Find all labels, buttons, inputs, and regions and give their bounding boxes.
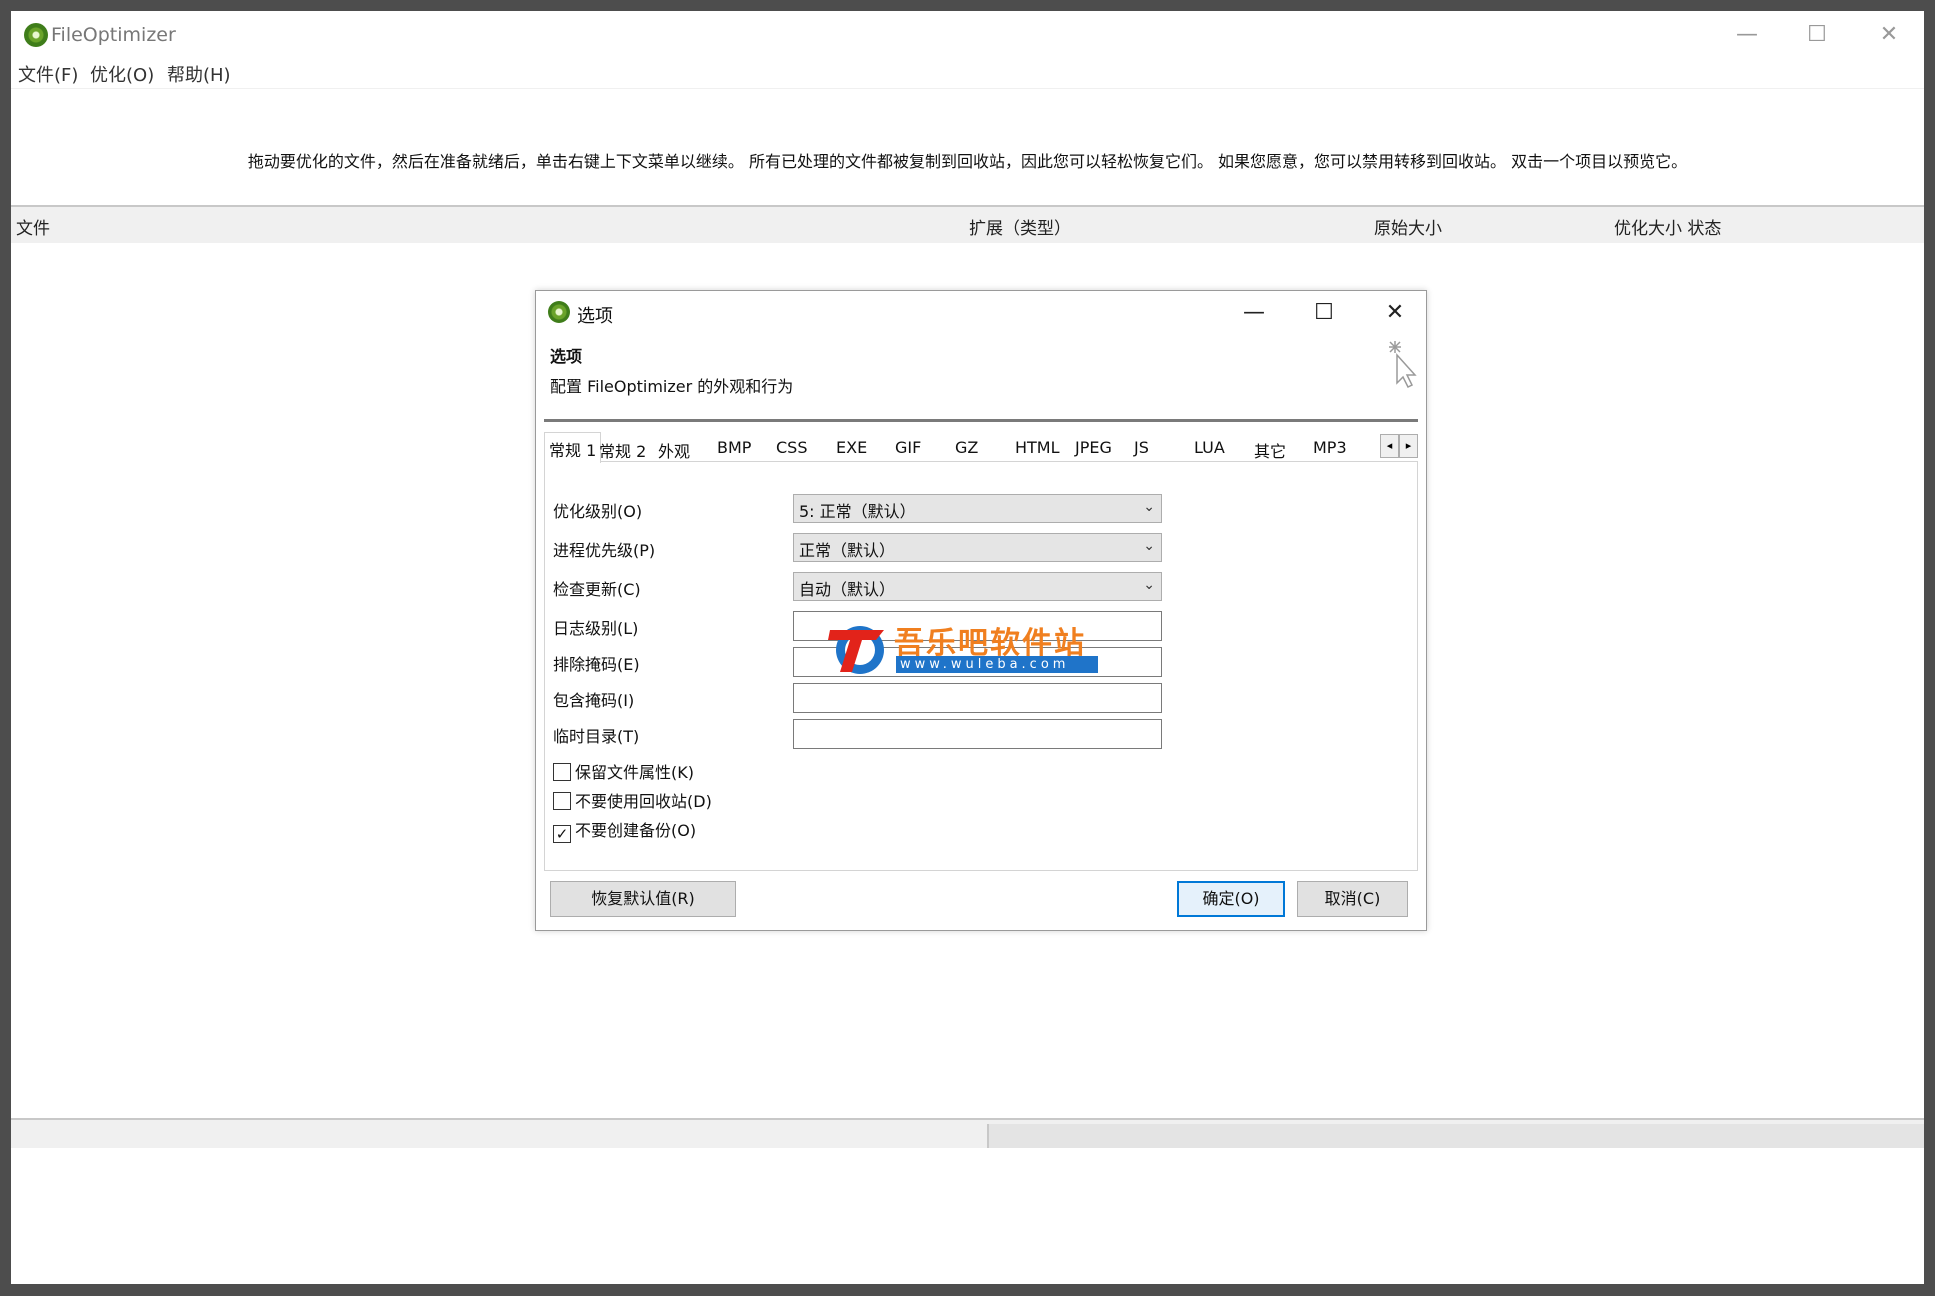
check-updates-label: 检查更新(C) [553,580,641,599]
include-mask-input[interactable] [793,683,1162,713]
checkmark-icon: ✓ [553,825,571,843]
chevron-down-icon: ⌄ [1143,499,1155,515]
tab-bar: 常规 1 常规 2 外观 BMP CSS EXE GIF GZ HTML JPE… [544,432,1418,463]
tab-css[interactable]: CSS [773,436,810,462]
dialog-title: 选项 [577,306,613,327]
menu-optimize[interactable]: 优化(O) [90,61,154,87]
process-priority-select[interactable]: 正常（默认） ⌄ [793,533,1162,562]
dialog-header-separator [544,419,1418,422]
tab-jpeg[interactable]: JPEG [1072,436,1115,462]
dialog-heading: 选项 [550,347,583,366]
no-recycle-bin-checkbox[interactable]: 不要使用回收站(D) [553,788,712,812]
temp-dir-label: 临时目录(T) [553,727,640,746]
dialog-app-icon [548,301,570,323]
no-backup-checkbox[interactable]: ✓ 不要创建备份(O) [553,817,696,843]
chevron-down-icon: ⌄ [1143,538,1155,554]
status-bar-panel [987,1124,1924,1148]
checkbox-box [553,792,571,810]
reset-defaults-button[interactable]: 恢复默认值(R) [550,881,736,917]
temp-dir-input[interactable] [793,719,1162,749]
instruction-text: 拖动要优化的文件，然后在准备就绪后，单击右键上下文菜单以继续。 所有已处理的文件… [247,152,1688,171]
tab-scroll-right-button[interactable]: ▸ [1399,434,1418,458]
column-header-original-size[interactable]: 原始大小 [1374,214,1442,239]
watermark-logo [828,626,884,674]
dialog-minimize-button[interactable]: — [1229,293,1279,333]
keep-attributes-label: 保留文件属性(K) [575,763,694,782]
watermark: 吾乐吧软件站 www.wuleba.com [826,618,1106,678]
tab-scroll-buttons: ◂ ▸ [1380,434,1418,458]
watermark-url: www.wuleba.com [896,656,1098,673]
column-header-file[interactable]: 文件 [16,214,50,239]
tab-exe[interactable]: EXE [833,436,870,462]
lower-area [11,1148,1924,1284]
tab-bmp[interactable]: BMP [714,436,754,462]
optimization-level-select[interactable]: 5: 正常（默认） ⌄ [793,494,1162,523]
tab-other[interactable]: 其它 [1251,436,1289,462]
tab-gz[interactable]: GZ [952,436,981,462]
maximize-button[interactable]: ☐ [1789,17,1845,53]
tab-general-2[interactable]: 常规 2 [596,436,649,462]
tab-js[interactable]: JS [1131,436,1152,462]
dialog-maximize-button[interactable]: ☐ [1299,293,1349,333]
options-dialog: 选项 — ☐ ✕ 选项 配置 FileOptimizer 的外观和行为 常规 1… [535,290,1427,931]
include-mask-label: 包含掩码(I) [553,691,635,710]
tab-scroll-left-button[interactable]: ◂ [1380,434,1399,458]
checkbox-box [553,763,571,781]
tab-lua[interactable]: LUA [1191,436,1228,462]
menu-file[interactable]: 文件(F) [18,61,78,87]
close-button[interactable]: ✕ [1861,17,1917,53]
optimization-level-label: 优化级别(O) [553,502,643,521]
app-title: FileOptimizer [51,24,176,46]
cancel-button[interactable]: 取消(C) [1297,881,1408,917]
file-list-header: 文件 扩展（类型） 原始大小 优化大小 状态 [11,205,1924,243]
minimize-button[interactable]: — [1719,17,1775,53]
tab-appearance[interactable]: 外观 [655,436,693,462]
check-updates-select[interactable]: 自动（默认） ⌄ [793,572,1162,601]
keep-attributes-checkbox[interactable]: 保留文件属性(K) [553,759,694,783]
column-header-optimized-size-status[interactable]: 优化大小 状态 [1614,214,1721,239]
tab-gif[interactable]: GIF [892,436,924,462]
optimization-level-value: 5: 正常（默认） [799,502,916,521]
exclude-mask-label: 排除掩码(E) [553,655,640,674]
status-bar [11,1118,1924,1148]
chevron-down-icon: ⌄ [1143,577,1155,593]
no-backup-label: 不要创建备份(O) [575,821,697,840]
ok-button[interactable]: 确定(O) [1177,881,1285,917]
dialog-close-button[interactable]: ✕ [1370,293,1420,333]
tab-mp3[interactable]: MP3 [1310,436,1350,462]
app-icon [24,23,48,47]
menu-help[interactable]: 帮助(H) [167,61,231,87]
tab-html[interactable]: HTML [1012,436,1063,462]
no-recycle-bin-label: 不要使用回收站(D) [575,792,712,811]
dialog-subtitle: 配置 FileOptimizer 的外观和行为 [550,377,794,396]
main-titlebar: FileOptimizer — ☐ ✕ [11,11,1924,59]
tab-general-1[interactable]: 常规 1 [544,432,602,463]
check-updates-value: 自动（默认） [799,580,896,599]
cursor-sparkle-icon [1389,341,1417,389]
process-priority-value: 正常（默认） [799,541,896,560]
process-priority-label: 进程优先级(P) [553,541,656,560]
log-level-label: 日志级别(L) [553,619,639,638]
column-header-extension[interactable]: 扩展（类型） [969,214,1071,239]
menu-bar: 文件(F) 优化(O) 帮助(H) [11,59,1924,89]
